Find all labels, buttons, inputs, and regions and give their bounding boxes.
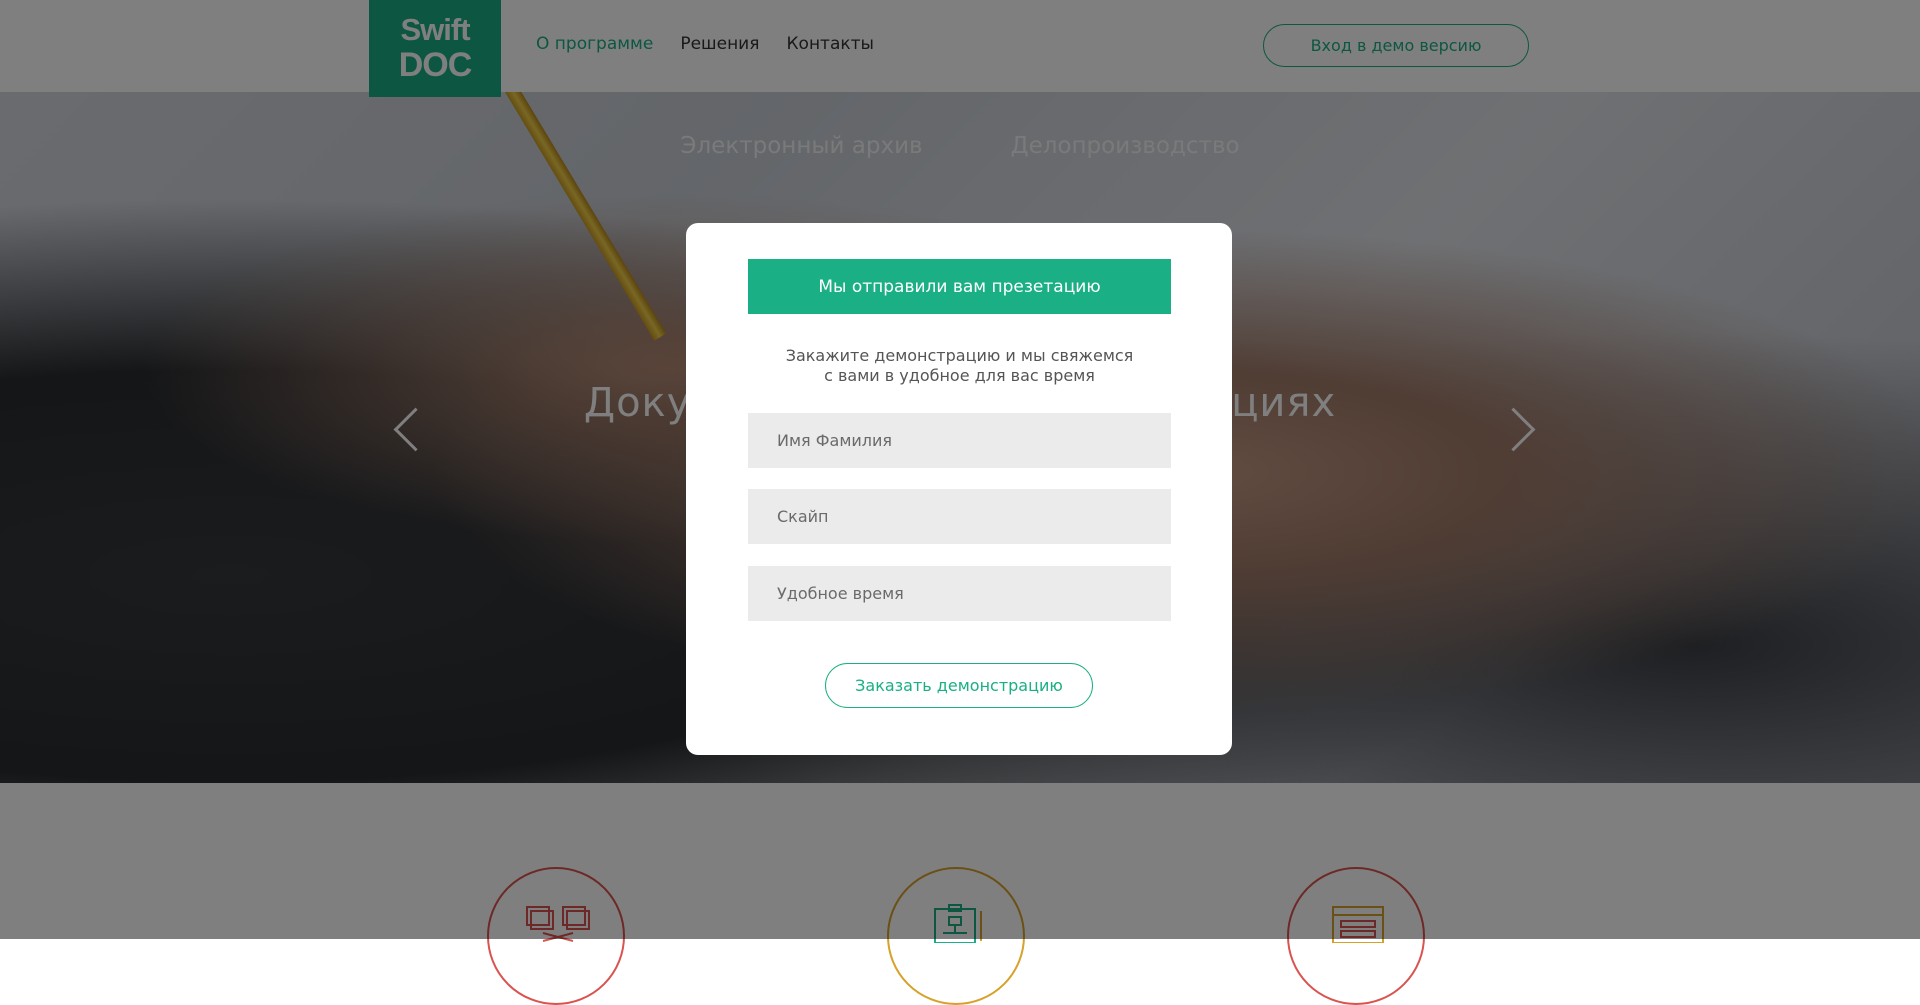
modal-description: Закажите демонстрацию и мы свяжемся с ва… (748, 346, 1171, 386)
skype-input[interactable] (748, 489, 1171, 544)
modal-description-line1: Закажите демонстрацию и мы свяжемся (785, 346, 1134, 365)
preferred-time-input[interactable] (748, 566, 1171, 621)
modal-description-line2: с вами в удобное для вас время (824, 366, 1095, 385)
presentation-sent-banner: Мы отправили вам презетацию (748, 259, 1171, 314)
name-input[interactable] (748, 413, 1171, 468)
demo-request-modal: Мы отправили вам презетацию Закажите дем… (686, 223, 1232, 755)
order-demo-button[interactable]: Заказать демонстрацию (825, 663, 1093, 708)
